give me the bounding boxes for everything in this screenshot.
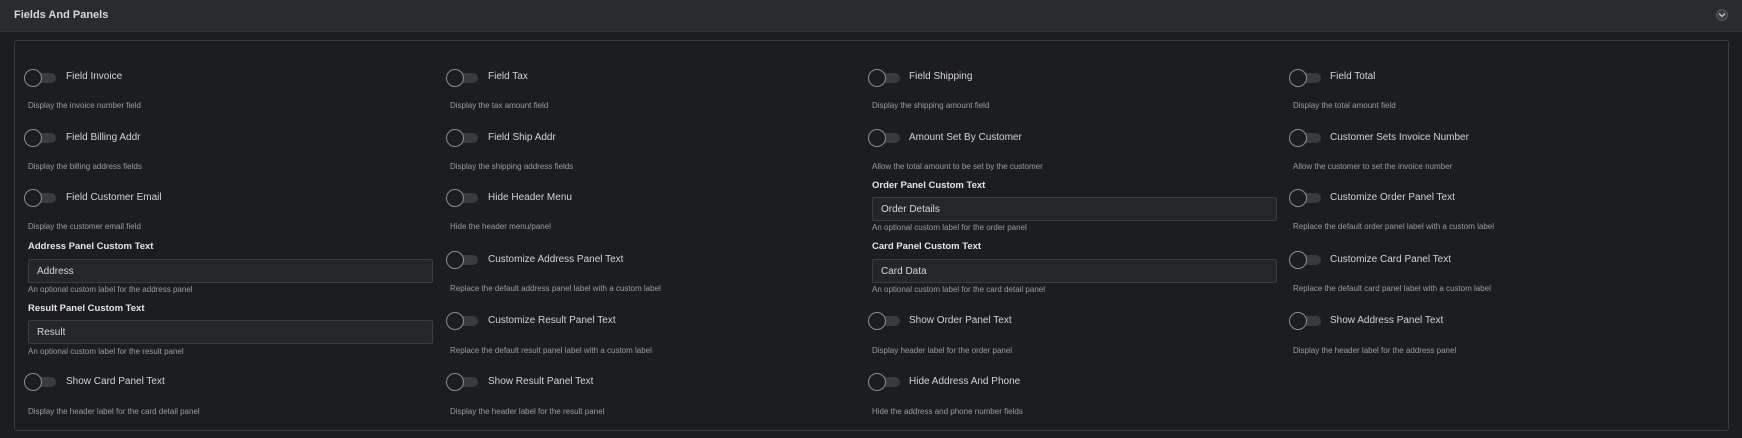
- toggle-label: Field Billing Addr: [66, 132, 141, 143]
- help-text: Display the tax amount field: [450, 101, 549, 110]
- toggle-show-order-panel-text[interactable]: [868, 312, 901, 330]
- help-text: Replace the default address panel label …: [450, 284, 661, 293]
- help-text: An optional custom label for the address…: [28, 285, 193, 294]
- toggle-label: Hide Header Menu: [488, 192, 572, 203]
- toggle-customize-result-panel-text[interactable]: [446, 312, 479, 330]
- toggle-label: Show Result Panel Text: [488, 376, 594, 387]
- help-text: Replace the default result panel label w…: [450, 346, 652, 355]
- order-panel-custom-text-label: Order Panel Custom Text: [872, 180, 986, 191]
- card-panel-custom-text-input[interactable]: [872, 259, 1277, 283]
- toggle-field-invoice[interactable]: [24, 69, 57, 87]
- help-text: Replace the default card panel label wit…: [1293, 284, 1491, 293]
- panel-header[interactable]: Fields And Panels: [0, 0, 1742, 32]
- help-text: Display the header label for the address…: [1293, 346, 1457, 355]
- panel-title: Fields And Panels: [14, 9, 109, 21]
- help-text: Display the shipping amount field: [872, 101, 990, 110]
- toggle-label: Field Invoice: [66, 71, 123, 82]
- help-text: Hide the address and phone number fields: [872, 407, 1023, 416]
- toggle-show-card-panel-text[interactable]: [24, 373, 57, 391]
- help-text: Display the header label for the result …: [450, 407, 605, 416]
- toggle-label: Customize Address Panel Text: [488, 254, 624, 265]
- toggle-customize-order-panel-text[interactable]: [1289, 189, 1322, 207]
- help-text: Display the invoice number field: [28, 101, 141, 110]
- address-panel-custom-text-label: Address Panel Custom Text: [28, 241, 154, 252]
- help-text: Hide the header menu/panel: [450, 222, 551, 231]
- help-text: An optional custom label for the order p…: [872, 223, 1027, 232]
- order-panel-custom-text-input[interactable]: [872, 197, 1277, 221]
- result-panel-custom-text-label: Result Panel Custom Text: [28, 303, 145, 314]
- toggle-label: Field Tax: [488, 71, 528, 82]
- toggle-hide-address-and-phone[interactable]: [868, 373, 901, 391]
- toggle-label: Amount Set By Customer: [909, 132, 1022, 143]
- help-text: Allow the total amount to be set by the …: [872, 162, 1043, 171]
- toggle-hide-header-menu[interactable]: [446, 189, 479, 207]
- toggle-amount-set-by-customer[interactable]: [868, 129, 901, 147]
- toggle-customize-address-panel-text[interactable]: [446, 251, 479, 269]
- toggle-field-customer-email[interactable]: [24, 189, 57, 207]
- toggle-label: Field Shipping: [909, 71, 973, 82]
- chevron-down-icon[interactable]: [1716, 9, 1728, 21]
- toggle-label: Customize Result Panel Text: [488, 315, 616, 326]
- toggle-field-tax[interactable]: [446, 69, 479, 87]
- toggle-label: Customize Card Panel Text: [1330, 254, 1451, 265]
- help-text: Display header label for the order panel: [872, 346, 1013, 355]
- toggle-field-shipping[interactable]: [868, 69, 901, 87]
- toggle-field-ship-addr[interactable]: [446, 129, 479, 147]
- toggle-label: Field Total: [1330, 71, 1376, 82]
- help-text: Display the header label for the card de…: [28, 407, 200, 416]
- card-panel-custom-text-label: Card Panel Custom Text: [872, 241, 982, 252]
- help-text: Replace the default order panel label wi…: [1293, 222, 1495, 231]
- result-panel-custom-text-input[interactable]: [28, 320, 433, 344]
- help-text: Allow the customer to set the invoice nu…: [1293, 162, 1453, 171]
- help-text: Display the shipping address fields: [450, 162, 574, 171]
- toggle-label: Show Order Panel Text: [909, 315, 1012, 326]
- toggle-customize-card-panel-text[interactable]: [1289, 251, 1322, 269]
- toggle-show-result-panel-text[interactable]: [446, 373, 479, 391]
- help-text: An optional custom label for the card de…: [872, 285, 1045, 294]
- toggle-show-address-panel-text[interactable]: [1289, 312, 1322, 330]
- toggle-customer-sets-invoice-number[interactable]: [1289, 129, 1322, 147]
- help-text: An optional custom label for the result …: [28, 347, 184, 356]
- toggle-label: Customize Order Panel Text: [1330, 192, 1455, 203]
- help-text: Display the billing address fields: [28, 162, 142, 171]
- toggle-label: Show Card Panel Text: [66, 376, 165, 387]
- toggle-label: Field Customer Email: [66, 192, 162, 203]
- toggle-label: Hide Address And Phone: [909, 376, 1021, 387]
- address-panel-custom-text-input[interactable]: [28, 259, 433, 283]
- toggle-label: Field Ship Addr: [488, 132, 556, 143]
- toggle-field-total[interactable]: [1289, 69, 1322, 87]
- help-text: Display the total amount field: [1293, 101, 1396, 110]
- toggle-field-billing-addr[interactable]: [24, 129, 57, 147]
- toggle-label: Show Address Panel Text: [1330, 315, 1444, 326]
- help-text: Display the customer email field: [28, 222, 141, 231]
- toggle-label: Customer Sets Invoice Number: [1330, 132, 1469, 143]
